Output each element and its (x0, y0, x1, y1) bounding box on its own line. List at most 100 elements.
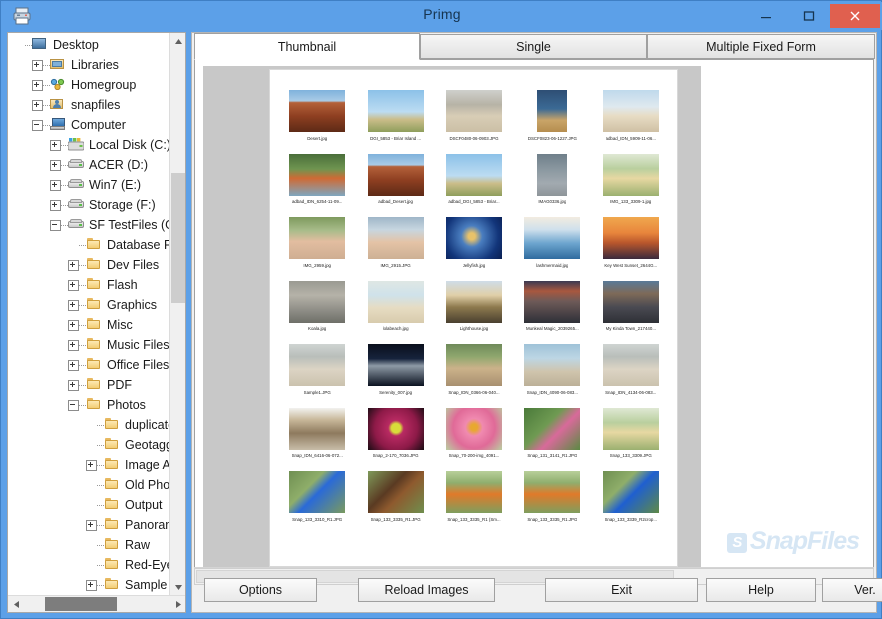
thumbnail-cell[interactable]: Key West Sunset_2644G... (592, 215, 670, 279)
tree-expander-minus-icon[interactable] (50, 219, 61, 231)
tree-item-old-photos[interactable]: Old Photos (8, 475, 171, 495)
thumbnail-cell[interactable]: Snap_133_3339_R2crop... (592, 469, 670, 533)
thumbnail-cell[interactable]: Snap_133_3310_R1.JPG (278, 469, 356, 533)
folder-tree-panel[interactable]: Desktop Libraries Homegroup snapfiles Comput… (7, 32, 186, 613)
tab-multiple-fixed-form[interactable]: Multiple Fixed Form (647, 34, 875, 59)
thumbnail-image[interactable] (367, 407, 424, 450)
thumbnail-cell[interactable]: Snap_133_3335_R1.JPG (513, 469, 591, 533)
thumbnail-image[interactable] (602, 153, 659, 196)
tree-item-panoramas[interactable]: Panoramas (8, 515, 171, 535)
thumbnail-cell[interactable]: lashmermaid.jpg (513, 215, 591, 279)
thumbnail-image[interactable] (445, 344, 502, 386)
bottom-button-bar[interactable]: Options Reload Images Exit Help Ver. (192, 568, 882, 612)
tab-strip[interactable]: Thumbnail Single Multiple Fixed Form (192, 33, 876, 60)
tree-expander-plus-icon[interactable] (86, 579, 97, 591)
thumbnail-cell[interactable]: lolabeach.jpg (356, 279, 434, 343)
thumbnail-image[interactable] (367, 153, 424, 196)
thumbnail-cell[interactable]: My Kinda Town_217440... (592, 279, 670, 343)
tree-expander-plus-icon[interactable] (32, 99, 43, 111)
tree-item-storage-f[interactable]: Storage (F:) (8, 195, 171, 215)
scroll-up-icon[interactable] (170, 33, 185, 50)
thumbnail-cell[interactable]: Snap_133_3335_R1.JPG (356, 469, 434, 533)
thumbnail-cell[interactable]: Snap_70-200-img_4091... (435, 406, 513, 470)
thumbnail-image[interactable] (602, 407, 659, 450)
thumbnail-cell[interactable]: adbad_DGI_5853 - Briar... (435, 152, 513, 216)
thumbnail-cell[interactable]: Lighthouse.jpg (435, 279, 513, 343)
tree-expander-plus-icon[interactable] (32, 59, 43, 71)
tab-single[interactable]: Single (420, 34, 647, 59)
thumbnail-image[interactable] (524, 217, 581, 259)
tree-expander-plus-icon[interactable] (68, 339, 79, 351)
thumbnail-image[interactable] (367, 344, 424, 386)
thumbnail-cell[interactable]: Snap_2-170_7036.JPG (356, 406, 434, 470)
thumbnail-image[interactable] (367, 217, 424, 259)
thumbnail-image[interactable] (537, 90, 568, 132)
tree-horizontal-scrollbar[interactable] (8, 595, 185, 612)
tree-item-duplicates[interactable]: duplicates (8, 415, 171, 435)
thumbnail-image[interactable] (602, 217, 659, 259)
thumbnail-cell[interactable]: Snap_IDN_6416-06-072... (278, 406, 356, 470)
thumbnail-image[interactable] (289, 153, 346, 196)
tree-item-red-eye[interactable]: Red-Eye (8, 555, 171, 575)
thumbnail-image[interactable] (602, 280, 659, 323)
tree-item-database-files[interactable]: Database Files (8, 235, 171, 255)
thumbnail-image[interactable] (289, 90, 346, 132)
thumbnail-image[interactable] (602, 90, 659, 132)
tree-item-snapfiles[interactable]: snapfiles (8, 95, 171, 115)
tree-expander-plus-icon[interactable] (68, 359, 79, 371)
thumbnail-cell[interactable]: DSCF0480-06-0903.JPG (435, 88, 513, 152)
tree-item-raw[interactable]: Raw (8, 535, 171, 555)
tree-expander-plus-icon[interactable] (50, 159, 61, 171)
bottom-button-options[interactable]: Options (204, 578, 317, 602)
thumbnail-cell[interactable]: IMG_133_3309-1.jpg (592, 152, 670, 216)
thumbnail-image[interactable] (445, 153, 502, 196)
tree-expander-plus-icon[interactable] (50, 179, 61, 191)
thumbnail-image[interactable] (367, 471, 424, 513)
tree-expander-plus-icon[interactable] (86, 519, 97, 531)
tree-item-flash[interactable]: Flash (8, 275, 171, 295)
thumbnail-image[interactable] (524, 280, 581, 323)
minimize-icon[interactable] (744, 4, 787, 28)
close-icon[interactable] (830, 4, 880, 28)
tree-expander-plus-icon[interactable] (68, 299, 79, 311)
tree-item-sf-testfiles-g[interactable]: SF TestFiles (G:) (8, 215, 171, 235)
thumbnail-image[interactable] (445, 280, 502, 323)
thumbnail-grid[interactable]: Desert.jpg DGI_5853 - Briar Island ... DSC… (278, 88, 670, 533)
thumbnail-image[interactable] (524, 407, 581, 450)
thumbnail-image[interactable] (602, 471, 659, 513)
thumbnail-cell[interactable]: Koala.jpg (278, 279, 356, 343)
thumbnail-image[interactable] (289, 344, 346, 386)
tree-expander-plus-icon[interactable] (68, 379, 79, 391)
thumbnail-cell[interactable]: DGI_5853 - Briar Island ... (356, 88, 434, 152)
tree-item-geotagged[interactable]: Geotagged (8, 435, 171, 455)
thumbnail-cell[interactable]: Snap_131_3141_R1.JPG (513, 406, 591, 470)
thumbnail-image[interactable] (445, 407, 502, 450)
preview-canvas[interactable]: Desert.jpg DGI_5853 - Briar Island ... DSC… (203, 66, 701, 571)
tree-expander-plus-icon[interactable] (50, 199, 61, 211)
thumbnail-cell[interactable]: Snap_133_3335_R1 (Sm... (435, 469, 513, 533)
tree-item-photos[interactable]: Photos (8, 395, 171, 415)
preview-page[interactable]: Desert.jpg DGI_5853 - Briar Island ... DSC… (270, 70, 677, 566)
tree-vertical-scrollbar[interactable] (169, 33, 185, 596)
tree-item-local-disk-c[interactable]: Local Disk (C:) (8, 135, 171, 155)
thumbnail-cell[interactable]: Serenity_007.jpg (356, 342, 434, 406)
bottom-button-help[interactable]: Help (706, 578, 816, 602)
tree-expander-plus-icon[interactable] (50, 139, 61, 151)
thumbnail-cell[interactable]: Snap_IDN_4134-06-083... (592, 342, 670, 406)
thumbnail-cell[interactable]: IMAG0336.jpg (513, 152, 591, 216)
tab-thumbnail[interactable]: Thumbnail (194, 33, 420, 60)
tree-expander-minus-icon[interactable] (68, 399, 79, 411)
thumbnail-image[interactable] (524, 471, 581, 513)
tree-hscroll-thumb[interactable] (45, 597, 117, 611)
tree-item-libraries[interactable]: Libraries (8, 55, 171, 75)
tree-item-music-files[interactable]: Music Files (8, 335, 171, 355)
tree-item-computer[interactable]: Computer (8, 115, 171, 135)
tree-item-graphics[interactable]: Graphics (8, 295, 171, 315)
tree-item-acer-d[interactable]: ACER (D:) (8, 155, 171, 175)
tree-scroll-thumb[interactable] (171, 173, 185, 303)
thumbnail-cell[interactable]: Desert.jpg (278, 88, 356, 152)
thumbnail-image[interactable] (289, 280, 346, 323)
thumbnail-cell[interactable]: Snap_IDN_4090-06-083... (513, 342, 591, 406)
bottom-button-exit[interactable]: Exit (545, 578, 698, 602)
thumbnail-cell[interactable]: Snap_IDN_0366-06-040... (435, 342, 513, 406)
